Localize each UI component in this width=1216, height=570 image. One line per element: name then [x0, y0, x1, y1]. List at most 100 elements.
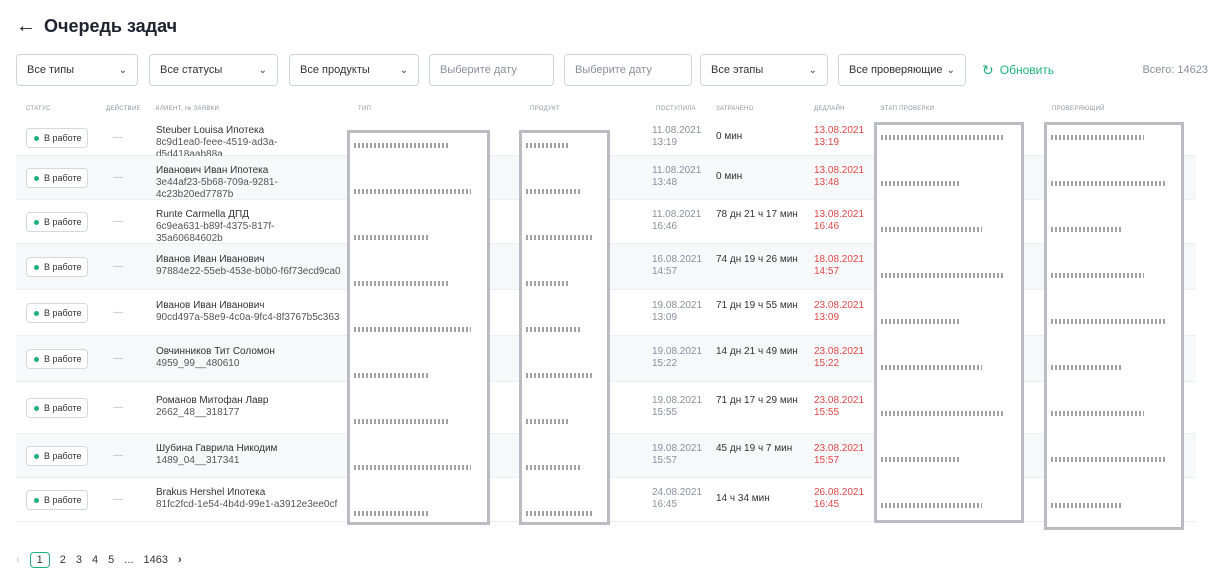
- stage-filter-value: Все этапы: [711, 64, 764, 76]
- deadline-time: 16:45: [814, 499, 840, 510]
- status-badge[interactable]: В работе: [26, 128, 88, 148]
- received-cell: 11.08.2021 16:46: [652, 209, 701, 233]
- deadline-cell: 18.08.2021 14:57: [814, 254, 864, 278]
- type-filter-value: Все типы: [27, 64, 75, 76]
- page-button-last[interactable]: 1463: [143, 554, 167, 566]
- arrow-left-icon[interactable]: ←: [16, 16, 36, 36]
- status-badge[interactable]: В работе: [26, 349, 88, 369]
- redacted-text: [881, 181, 959, 186]
- page-button[interactable]: 2: [60, 554, 66, 566]
- client-name: Романов Митофан Лавр: [156, 395, 269, 406]
- status-badge[interactable]: В работе: [26, 490, 88, 510]
- pagination-ellipsis: ...: [124, 554, 134, 566]
- action-cell: —: [113, 132, 123, 143]
- column-client: КЛИЕНТ, № ЗАЯВКИ: [156, 106, 220, 112]
- client-cell[interactable]: Иванович Иван Ипотека 3e44af23-5b68-709a…: [156, 165, 341, 201]
- client-cell[interactable]: Runte Carmella ДПД 6c9ea631-b89f-4375-81…: [156, 209, 341, 245]
- spent-cell: 14 дн 21 ч 49 мин: [716, 346, 798, 357]
- date-to-input[interactable]: Выберите дату: [564, 54, 692, 86]
- redacted-text: [526, 235, 594, 240]
- page-title: Очередь задач: [44, 15, 178, 36]
- received-cell: 11.08.2021 13:48: [652, 165, 701, 189]
- client-cell[interactable]: Романов Митофан Лавр 2662_48__318177: [156, 395, 341, 419]
- redacted-text: [1051, 503, 1123, 508]
- client-cell[interactable]: Шубина Гаврила Никодим 1489_04__317341: [156, 443, 341, 467]
- client-cell[interactable]: Иванов Иван Иванович 90cd497a-58e9-4c0a-…: [156, 300, 341, 324]
- redacted-text: [526, 511, 594, 516]
- product-filter-select[interactable]: Все продукты ⌄: [289, 54, 419, 86]
- page-button[interactable]: 4: [92, 554, 98, 566]
- received-cell: 19.08.2021 15:55: [652, 395, 702, 419]
- spent-cell: 71 дн 17 ч 29 мин: [716, 395, 798, 406]
- redacted-text: [881, 227, 982, 232]
- status-badge[interactable]: В работе: [26, 446, 88, 466]
- deadline-date: 13.08.2021: [814, 125, 865, 136]
- received-date: 11.08.2021: [652, 165, 702, 176]
- client-cell[interactable]: Brakus Hershel Ипотека 81fc2fcd-1e54-4b4…: [156, 487, 341, 511]
- received-date: 24.08.2021: [652, 487, 703, 498]
- client-name: Шубина Гаврила Никодим: [156, 443, 278, 454]
- client-name: Brakus Hershel Ипотека: [156, 487, 266, 498]
- redacted-text: [881, 411, 1005, 416]
- deadline-time: 15:55: [814, 407, 840, 418]
- redacted-text: [1051, 273, 1144, 278]
- status-badge[interactable]: В работе: [26, 212, 88, 232]
- status-filter-select[interactable]: Все статусы ⌄: [149, 54, 278, 86]
- status-label: В работе: [44, 403, 82, 413]
- redacted-text: [1051, 411, 1144, 416]
- received-cell: 16.08.2021 14:57: [652, 254, 702, 278]
- received-time: 13:09: [652, 312, 678, 323]
- page-button-current[interactable]: 1: [29, 552, 50, 568]
- redacted-text: [526, 189, 582, 194]
- status-badge[interactable]: В работе: [26, 303, 88, 323]
- redacted-text: [1051, 457, 1165, 462]
- status-badge[interactable]: В работе: [26, 257, 88, 277]
- date-from-input[interactable]: Выберите дату: [429, 54, 554, 86]
- redacted-text: [354, 419, 450, 424]
- chevron-down-icon: ⌄: [258, 64, 267, 76]
- prev-page-button[interactable]: ‹: [16, 554, 20, 566]
- received-cell: 19.08.2021 13:09: [652, 300, 702, 324]
- action-cell: —: [113, 450, 123, 461]
- spent-cell: 74 дн 19 ч 26 мин: [716, 254, 798, 265]
- received-date: 19.08.2021: [652, 346, 703, 357]
- redacted-text: [526, 143, 569, 148]
- refresh-button[interactable]: ↻ Обновить: [982, 54, 1054, 86]
- received-time: 15:57: [652, 455, 678, 466]
- page-button[interactable]: 3: [76, 554, 82, 566]
- redacted-type-column: [347, 130, 490, 525]
- deadline-date: 26.08.2021: [814, 487, 865, 498]
- deadline-cell: 13.08.2021 16:46: [814, 209, 864, 233]
- application-number: 4959_99__480610: [156, 358, 240, 369]
- page-button[interactable]: 5: [108, 554, 114, 566]
- received-time: 14:57: [652, 266, 678, 277]
- date-from-placeholder: Выберите дату: [440, 64, 517, 76]
- type-filter-select[interactable]: Все типы ⌄: [16, 54, 138, 86]
- redacted-text: [881, 365, 982, 370]
- status-label: В работе: [44, 451, 82, 461]
- client-cell[interactable]: Овчинников Тит Соломон 4959_99__480610: [156, 346, 341, 370]
- reviewer-filter-select[interactable]: Все проверяющие ⌄: [838, 54, 966, 86]
- column-spent: ЗАТРАЧЕНО: [716, 106, 754, 112]
- status-dot-icon: [34, 264, 39, 270]
- redacted-text: [526, 373, 594, 378]
- client-cell[interactable]: Иванов Иван Иванович 97884e22-55eb-453e-…: [156, 254, 341, 278]
- application-number: 2662_48__318177: [156, 407, 240, 418]
- status-dot-icon: [34, 453, 39, 459]
- deadline-date: 23.08.2021: [814, 346, 865, 357]
- status-badge[interactable]: В работе: [26, 398, 88, 418]
- client-name: Иванов Иван Иванович: [156, 254, 265, 265]
- redacted-text: [881, 135, 1005, 140]
- status-label: В работе: [44, 173, 82, 183]
- action-cell: —: [113, 402, 123, 413]
- action-cell: —: [113, 494, 123, 505]
- refresh-label: Обновить: [999, 63, 1055, 77]
- redacted-text: [881, 503, 982, 508]
- status-badge[interactable]: В работе: [26, 168, 88, 188]
- redacted-text: [526, 465, 582, 470]
- received-date: 19.08.2021: [652, 300, 703, 311]
- client-name: Иванов Иван Иванович: [156, 300, 265, 311]
- next-page-button[interactable]: ›: [178, 554, 182, 566]
- stage-filter-select[interactable]: Все этапы ⌄: [700, 54, 828, 86]
- status-label: В работе: [44, 495, 82, 505]
